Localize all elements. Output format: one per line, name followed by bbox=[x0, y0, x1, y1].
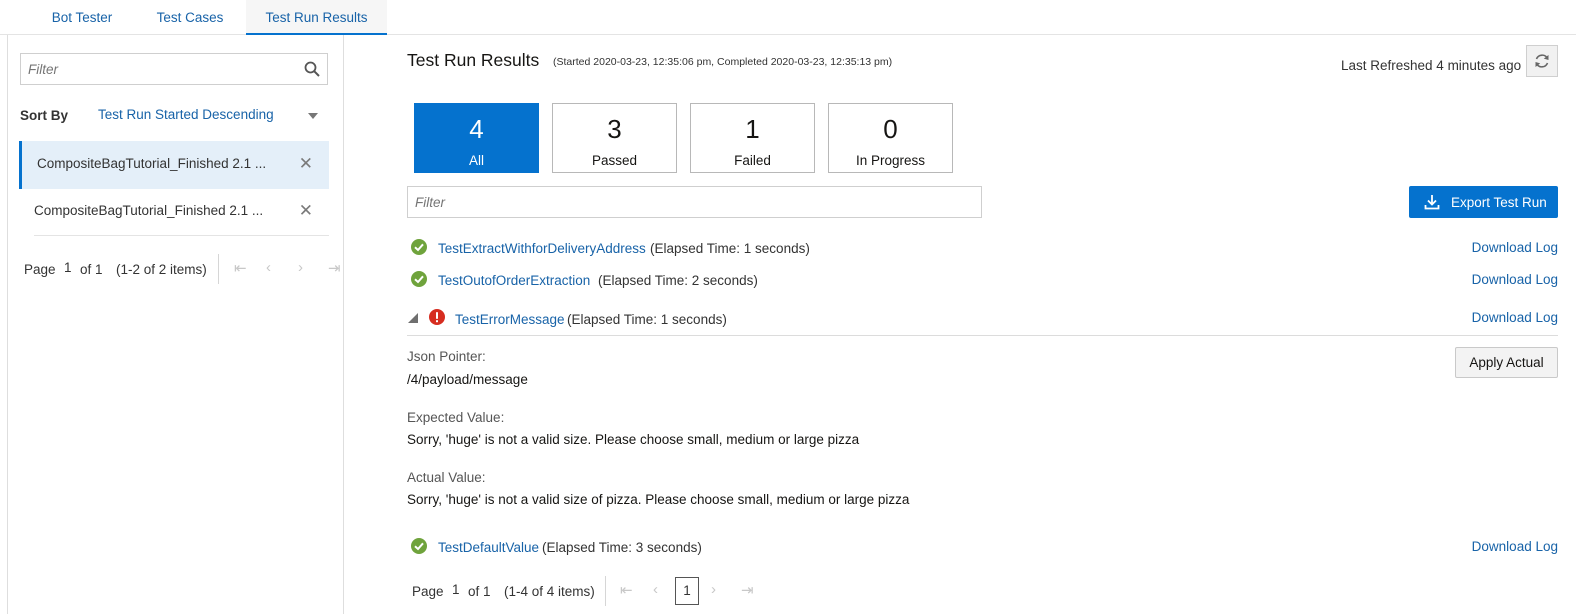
refresh-icon bbox=[1535, 54, 1549, 68]
elapsed-time: (Elapsed Time: 1 seconds) bbox=[650, 241, 810, 256]
divider bbox=[605, 576, 606, 606]
tab-bar: Bot Tester Test Cases Test Run Results bbox=[0, 0, 1576, 35]
summary-card-in-progress[interactable]: 0 In Progress bbox=[828, 103, 953, 173]
divider bbox=[34, 235, 329, 236]
card-count: 0 bbox=[883, 114, 898, 144]
test-result-row: TestDefaultValue (Elapsed Time: 3 second… bbox=[407, 538, 1558, 562]
card-label: All bbox=[468, 153, 484, 168]
tab-test-cases[interactable]: Test Cases bbox=[140, 0, 240, 35]
download-log-link[interactable]: Download Log bbox=[1472, 272, 1558, 287]
card-count: 1 bbox=[745, 114, 760, 144]
download-log-link[interactable]: Download Log bbox=[1472, 240, 1558, 255]
page-title: Test Run Results bbox=[407, 50, 540, 70]
card-label: Failed bbox=[734, 153, 771, 168]
pager-items: (1-4 of 4 items) bbox=[504, 584, 595, 599]
last-page-icon[interactable]: ⇥ bbox=[328, 259, 341, 277]
close-icon[interactable]: ✕ bbox=[299, 154, 313, 174]
next-page-icon[interactable]: › bbox=[298, 259, 303, 276]
pager-page-number[interactable]: 1 bbox=[452, 582, 460, 597]
elapsed-time: (Elapsed Time: 2 seconds) bbox=[598, 273, 758, 288]
elapsed-time: (Elapsed Time: 3 seconds) bbox=[542, 540, 702, 555]
apply-actual-button[interactable]: Apply Actual bbox=[1455, 347, 1558, 378]
pager-of: of 1 bbox=[468, 584, 491, 599]
card-count: 4 bbox=[469, 114, 484, 144]
summary-card-passed[interactable]: 3 Passed bbox=[552, 103, 677, 173]
run-name: CompositeBagTutorial_Finished 2.1 ... bbox=[34, 203, 264, 218]
pager-page-label: Page bbox=[412, 584, 444, 599]
expected-value-label: Expected Value: bbox=[407, 410, 505, 425]
sort-by-label: Sort By bbox=[20, 108, 69, 123]
next-page-icon[interactable]: › bbox=[711, 581, 716, 598]
test-name-link[interactable]: TestOutofOrderExtraction bbox=[438, 273, 590, 288]
export-label: Export Test Run bbox=[1451, 195, 1547, 210]
test-name-link[interactable]: TestExtractWithforDeliveryAddress bbox=[438, 241, 646, 256]
chevron-down-icon[interactable] bbox=[308, 113, 318, 119]
actual-value: Sorry, 'huge' is not a valid size of piz… bbox=[407, 492, 910, 507]
refresh-button[interactable] bbox=[1526, 45, 1558, 77]
actual-value-label: Actual Value: bbox=[407, 470, 486, 485]
run-list-item[interactable]: CompositeBagTutorial_Finished 2.1 ... ✕ bbox=[19, 141, 329, 189]
pager-items: (1-2 of 2 items) bbox=[116, 262, 207, 277]
runs-filter[interactable] bbox=[20, 53, 328, 85]
results-filter[interactable] bbox=[407, 186, 982, 218]
pager-page-label: Page bbox=[24, 262, 56, 277]
current-page-button[interactable]: 1 bbox=[675, 577, 699, 605]
summary-card-failed[interactable]: 1 Failed bbox=[690, 103, 815, 173]
export-test-run-button[interactable]: Export Test Run bbox=[1409, 186, 1558, 218]
summary-card-all[interactable]: 4 All bbox=[414, 103, 539, 173]
card-count: 3 bbox=[607, 114, 622, 144]
run-timestamps: (Started 2020-03-23, 12:35:06 pm, Comple… bbox=[553, 56, 893, 68]
check-circle-icon bbox=[411, 538, 427, 554]
test-result-row: TestExtractWithforDeliveryAddress (Elaps… bbox=[407, 239, 1558, 263]
last-page-icon[interactable]: ⇥ bbox=[741, 581, 754, 599]
run-name: CompositeBagTutorial_Finished 2.1 ... bbox=[37, 156, 267, 171]
runs-filter-input[interactable] bbox=[21, 54, 291, 84]
collapse-triangle-icon[interactable] bbox=[408, 313, 418, 323]
close-icon[interactable]: ✕ bbox=[299, 201, 313, 221]
json-pointer-value: /4/payload/message bbox=[407, 372, 528, 387]
check-circle-icon bbox=[411, 239, 427, 255]
first-page-icon[interactable]: ⇤ bbox=[620, 581, 633, 599]
card-label: Passed bbox=[591, 153, 638, 168]
card-label: In Progress bbox=[855, 153, 926, 168]
first-page-icon[interactable]: ⇤ bbox=[234, 259, 247, 277]
results-filter-input[interactable] bbox=[408, 187, 981, 217]
test-result-row-expanded: TestErrorMessage (Elapsed Time: 1 second… bbox=[407, 309, 1558, 333]
test-runs-panel: Sort By Test Run Started Descending Comp… bbox=[7, 35, 344, 614]
download-icon bbox=[1424, 195, 1440, 210]
check-circle-icon bbox=[411, 271, 427, 287]
search-icon[interactable] bbox=[303, 60, 321, 78]
test-result-row: TestOutofOrderExtraction (Elapsed Time: … bbox=[407, 271, 1558, 295]
pager-page-number[interactable]: 1 bbox=[64, 260, 72, 275]
prev-page-icon[interactable]: ‹ bbox=[266, 259, 271, 276]
test-name-link[interactable]: TestErrorMessage bbox=[455, 312, 565, 327]
download-log-link[interactable]: Download Log bbox=[1472, 310, 1558, 325]
divider bbox=[407, 335, 1558, 336]
prev-page-icon[interactable]: ‹ bbox=[653, 581, 658, 598]
test-name-link[interactable]: TestDefaultValue bbox=[438, 540, 539, 555]
tab-bot-tester[interactable]: Bot Tester bbox=[34, 0, 130, 35]
tab-test-run-results[interactable]: Test Run Results bbox=[246, 0, 387, 35]
download-log-link[interactable]: Download Log bbox=[1472, 539, 1558, 554]
error-circle-icon bbox=[429, 309, 445, 325]
divider bbox=[218, 254, 219, 284]
json-pointer-label: Json Pointer: bbox=[407, 349, 486, 364]
expected-value: Sorry, 'huge' is not a valid size. Pleas… bbox=[407, 432, 860, 447]
pager-of: of 1 bbox=[80, 262, 103, 277]
run-list-item[interactable]: CompositeBagTutorial_Finished 2.1 ... ✕ bbox=[19, 188, 329, 236]
sort-select[interactable]: Test Run Started Descending bbox=[98, 107, 274, 122]
last-refreshed-text: Last Refreshed 4 minutes ago bbox=[1341, 58, 1522, 73]
elapsed-time: (Elapsed Time: 1 seconds) bbox=[567, 312, 727, 327]
